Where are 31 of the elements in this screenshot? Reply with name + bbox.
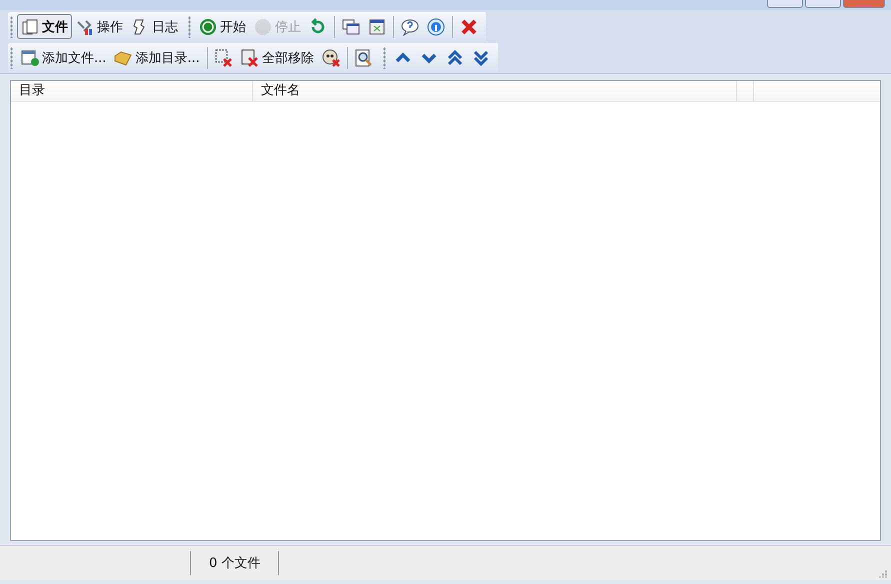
- speech-bubble-icon: [401, 18, 419, 36]
- panel-icon: [368, 18, 386, 36]
- tab[interactable]: 日志: [127, 14, 182, 39]
- double-chevron-up-icon: [446, 48, 464, 66]
- toolbar-grip[interactable]: [10, 46, 13, 68]
- file-count: 0 个文件: [209, 555, 260, 572]
- tab[interactable]: 操作: [72, 14, 127, 39]
- circle-icon: [254, 18, 272, 36]
- pages-icon: [21, 18, 39, 36]
- tab[interactable]: 文件: [17, 14, 72, 39]
- close-icon: [460, 18, 478, 36]
- toolbar-grip[interactable]: [10, 16, 13, 38]
- double-chevron-down-icon: [472, 48, 490, 66]
- go-icon: [199, 18, 217, 36]
- column-header[interactable]: 目录: [11, 81, 254, 101]
- tools-icon: [76, 18, 94, 36]
- undo-icon: [309, 18, 327, 36]
- windows-icon: [342, 18, 360, 36]
- info-icon: [427, 18, 445, 36]
- add-file-icon: [21, 48, 39, 66]
- resize-grip-icon: [877, 568, 887, 578]
- toolbar-button[interactable]: 全部移除: [236, 45, 318, 70]
- remove-icon: [214, 48, 233, 66]
- remove-all-icon: [240, 48, 259, 66]
- toolbar-button[interactable]: 添加目录...: [110, 45, 204, 70]
- search-icon: [354, 48, 373, 66]
- toolbar-button[interactable]: 添加文件...: [17, 45, 110, 70]
- toolbar-grip[interactable]: [382, 46, 386, 68]
- toolbar-button[interactable]: 开始: [195, 14, 250, 39]
- toolbar-grip[interactable]: [188, 16, 191, 38]
- column-header[interactable]: 文件名: [253, 81, 738, 101]
